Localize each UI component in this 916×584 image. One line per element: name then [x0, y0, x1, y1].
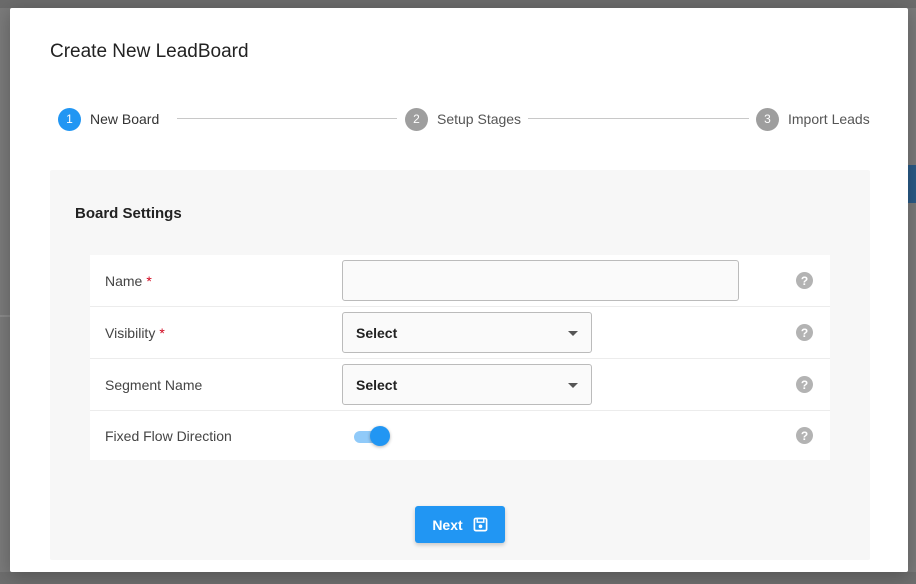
- fixed-flow-toggle[interactable]: [354, 426, 390, 446]
- caret-down-icon: [568, 331, 578, 336]
- name-input[interactable]: [342, 260, 739, 301]
- name-label-text: Name: [105, 272, 143, 289]
- backdrop: [0, 0, 916, 8]
- create-leadboard-dialog: Create New LeadBoard 1 New Board 2 Setup…: [10, 8, 908, 572]
- step-label-import-leads: Import Leads: [788, 111, 870, 127]
- toggle-thumb[interactable]: [370, 426, 390, 446]
- caret-down-icon: [568, 383, 578, 388]
- step-new-board[interactable]: 1 New Board: [58, 107, 159, 131]
- required-mark: *: [146, 272, 152, 289]
- name-label: Name *: [105, 255, 152, 306]
- step-number-2: 2: [405, 107, 428, 131]
- panel-title: Board Settings: [75, 205, 182, 222]
- fixed-flow-label: Fixed Flow Direction: [105, 427, 232, 444]
- visibility-select-value: Select: [356, 324, 398, 341]
- help-circle-icon[interactable]: ?: [796, 272, 813, 289]
- form-row-visibility: Visibility * Select ?: [90, 307, 830, 359]
- help-circle-icon[interactable]: ?: [796, 324, 813, 341]
- step-number-1: 1: [58, 107, 81, 131]
- step-import-leads[interactable]: 3 Import Leads: [756, 107, 870, 131]
- step-setup-stages[interactable]: 2 Setup Stages: [405, 107, 521, 131]
- visibility-label: Visibility *: [105, 307, 165, 358]
- visibility-label-text: Visibility: [105, 324, 156, 341]
- form-row-name: Name * ?: [90, 255, 830, 307]
- help-circle-icon[interactable]: ?: [796, 376, 813, 393]
- save-icon: [473, 517, 488, 532]
- step-label-setup-stages: Setup Stages: [437, 111, 522, 127]
- visibility-select[interactable]: Select: [342, 312, 592, 353]
- form-row-segment-name: Segment Name Select ?: [90, 359, 830, 411]
- board-settings-panel: Board Settings Name * ? Visibility * Sel…: [50, 170, 870, 560]
- stepper: 1 New Board 2 Setup Stages 3 Import Lead…: [58, 107, 878, 131]
- segment-select-value: Select: [356, 376, 398, 393]
- next-button[interactable]: Next: [415, 506, 505, 543]
- form-row-fixed-flow: Fixed Flow Direction ?: [90, 411, 830, 460]
- segment-name-label: Segment Name: [105, 376, 203, 393]
- step-connector: [528, 118, 749, 119]
- step-number-3: 3: [756, 107, 779, 131]
- step-label-new-board: New Board: [90, 111, 160, 127]
- segment-name-select[interactable]: Select: [342, 364, 592, 405]
- dialog-title: Create New LeadBoard: [50, 41, 249, 62]
- backdrop-bottom: [0, 572, 916, 584]
- step-connector: [177, 118, 397, 119]
- settings-form: Name * ? Visibility * Select ? Segment N…: [90, 255, 830, 460]
- next-button-label: Next: [432, 516, 463, 533]
- backdrop-panel: [908, 165, 916, 203]
- help-circle-icon[interactable]: ?: [796, 427, 813, 444]
- required-mark: *: [159, 324, 165, 341]
- backdrop-divider: [0, 315, 10, 317]
